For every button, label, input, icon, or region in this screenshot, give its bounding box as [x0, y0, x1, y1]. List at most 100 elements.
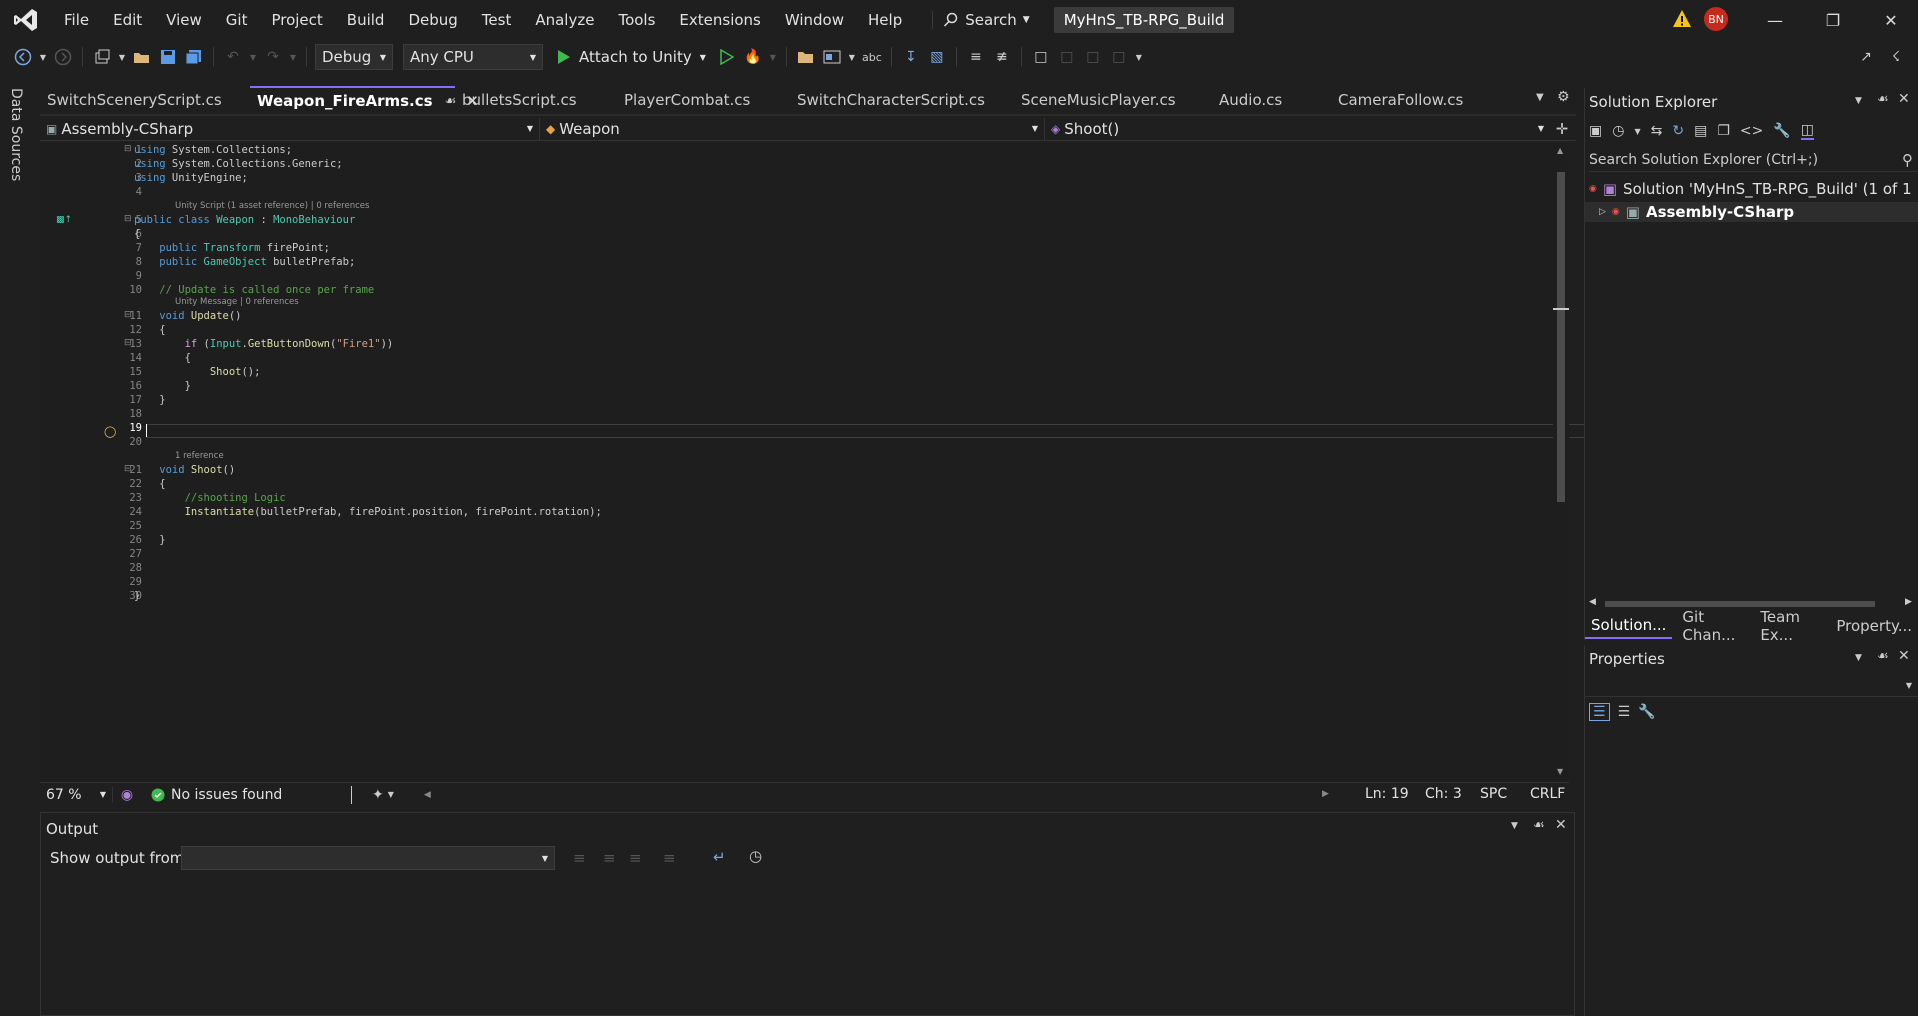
- chevron-down-icon[interactable]: ▼: [117, 46, 127, 68]
- menu-test[interactable]: Test: [470, 0, 524, 40]
- new-project-icon[interactable]: [91, 46, 113, 68]
- next-bookmark-icon[interactable]: □: [1082, 46, 1104, 68]
- tab-playercombat[interactable]: PlayerCombat.cs: [617, 86, 790, 114]
- show-all-files-icon[interactable]: ❐: [1717, 123, 1730, 139]
- copilot-icon[interactable]: ◉: [113, 787, 141, 803]
- codelens-unity-script[interactable]: Unity Script (1 asset reference) | 0 ref…: [175, 201, 369, 211]
- browse-folder-icon[interactable]: [795, 46, 817, 68]
- member-dropdown[interactable]: ◈ Shoot() ▼: [1045, 118, 1550, 140]
- start-without-debugging-icon[interactable]: [716, 46, 738, 68]
- chevron-down-icon[interactable]: ▼: [768, 46, 778, 68]
- attach-to-unity-button[interactable]: Attach to Unity ▼: [557, 48, 706, 66]
- save-icon[interactable]: [157, 46, 179, 68]
- code-editor[interactable]: ▩↑ ◯ 1 2 3 4 5 6 7 8 9 10 11 12 13 14 15…: [40, 142, 1589, 782]
- scroll-up-icon[interactable]: ▲: [1557, 146, 1563, 155]
- line-indicator[interactable]: Ln: 19: [1365, 786, 1409, 802]
- gear-icon[interactable]: ⚙: [1557, 89, 1570, 105]
- tab-overflow-icon[interactable]: ▼: [1536, 92, 1544, 103]
- menu-help[interactable]: Help: [856, 0, 914, 40]
- menu-debug[interactable]: Debug: [396, 0, 469, 40]
- menu-analyze[interactable]: Analyze: [523, 0, 606, 40]
- open-folder-icon[interactable]: [131, 46, 153, 68]
- switch-views-icon[interactable]: ▣: [1589, 123, 1602, 139]
- previous-message-icon[interactable]: ≡: [603, 849, 616, 867]
- properties-wrench-icon[interactable]: 🔧: [1773, 123, 1790, 139]
- line-ending-indicator[interactable]: CRLF: [1530, 786, 1565, 802]
- solution-configuration-select[interactable]: Debug ▼: [315, 44, 393, 70]
- fold-icon[interactable]: ⊟: [124, 214, 132, 224]
- solution-search-input[interactable]: Search Solution Explorer (Ctrl+;) ⚲: [1589, 148, 1917, 172]
- solution-platform-select[interactable]: Any CPU ▼: [403, 44, 543, 70]
- scroll-left-icon[interactable]: ◀: [424, 790, 431, 800]
- tab-solution-explorer[interactable]: Solution...: [1585, 613, 1673, 639]
- chevron-down-icon[interactable]: ▼: [288, 46, 298, 68]
- close-icon[interactable]: ✕: [1898, 91, 1910, 107]
- menu-build[interactable]: Build: [335, 0, 397, 40]
- code-cleanup-button[interactable]: ✦ ▼: [372, 787, 394, 803]
- tab-switchsceneryscript[interactable]: SwitchSceneryScript.cs: [40, 86, 250, 114]
- split-icon[interactable]: ✛: [1550, 120, 1574, 138]
- preview-icon[interactable]: ◫: [1800, 122, 1815, 140]
- categorized-icon[interactable]: ☰: [1589, 703, 1610, 721]
- step-into-icon[interactable]: ↧: [900, 46, 922, 68]
- collapse-all-icon[interactable]: ▤: [1694, 123, 1707, 139]
- redo-icon[interactable]: ↷: [262, 46, 284, 68]
- close-icon[interactable]: ✕: [1555, 817, 1567, 833]
- word-wrap-icon[interactable]: ↵: [713, 848, 726, 866]
- avatar[interactable]: BN: [1704, 7, 1728, 31]
- menu-view[interactable]: View: [154, 0, 214, 40]
- tab-weapon-firearms[interactable]: Weapon_FireArms.cs ☙ ✕: [250, 86, 479, 114]
- chevron-down-icon[interactable]: ▼: [847, 46, 857, 68]
- layout-icon[interactable]: [821, 46, 843, 68]
- indent-icon[interactable]: ≡: [965, 46, 987, 68]
- history-icon[interactable]: ◷: [1612, 123, 1624, 139]
- codelens-references[interactable]: 1 reference: [175, 451, 224, 461]
- class-dropdown[interactable]: ◆ Weapon ▼: [540, 117, 1045, 140]
- chevron-down-icon[interactable]: ▼: [38, 46, 48, 68]
- scroll-right-icon[interactable]: ▶: [1905, 597, 1912, 607]
- project-dropdown[interactable]: ▣ Assembly-CSharp ▼: [40, 117, 540, 140]
- tab-git-changes[interactable]: Git Chan...: [1676, 608, 1750, 644]
- chevron-down-icon[interactable]: ▼: [1511, 821, 1518, 831]
- codelens-unity-message[interactable]: Unity Message | 0 references: [175, 297, 299, 307]
- sync-icon[interactable]: ⇆: [1651, 123, 1663, 139]
- fold-icon[interactable]: ⊟: [124, 144, 132, 154]
- chevron-down-icon[interactable]: ▼: [1855, 653, 1862, 663]
- find-message-icon[interactable]: ≡: [573, 849, 586, 867]
- menu-window[interactable]: Window: [773, 0, 856, 40]
- forward-icon[interactable]: [52, 46, 74, 68]
- tree-item-solution[interactable]: ◉ ▣ Solution 'MyHnS_TB-RPG_Build' (1 of …: [1589, 179, 1917, 199]
- chevron-down-icon[interactable]: ▼: [1134, 46, 1144, 68]
- menu-git[interactable]: Git: [214, 0, 260, 40]
- scroll-down-icon[interactable]: ▼: [1557, 767, 1563, 776]
- property-pages-icon[interactable]: 🔧: [1638, 704, 1655, 720]
- fold-icon[interactable]: ⊟: [124, 338, 132, 348]
- tab-property-manager[interactable]: Property...: [1830, 613, 1918, 639]
- share-icon[interactable]: ↗: [1855, 46, 1877, 68]
- solution-name-badge[interactable]: MyHnS_TB-RPG_Build: [1053, 7, 1235, 33]
- menu-file[interactable]: File: [52, 0, 101, 40]
- horizontal-scrollbar[interactable]: ◀ ▶: [1589, 597, 1915, 611]
- tab-scenemusicplayer[interactable]: SceneMusicPlayer.cs: [1014, 86, 1212, 114]
- fold-icon[interactable]: ⊟: [124, 464, 132, 474]
- menu-project[interactable]: Project: [259, 0, 334, 40]
- scrollbar-thumb[interactable]: [1557, 172, 1565, 502]
- back-icon[interactable]: [12, 46, 34, 68]
- clear-bookmarks-icon[interactable]: □: [1108, 46, 1130, 68]
- chevron-down-icon[interactable]: ▼: [248, 46, 258, 68]
- scroll-right-icon[interactable]: ▶: [1322, 789, 1329, 799]
- hot-reload-icon[interactable]: 🔥: [742, 46, 764, 68]
- tree-item-project[interactable]: ▷ ◉ ▣ Assembly-CSharp: [1585, 202, 1918, 222]
- clear-all-icon[interactable]: ≡: [663, 849, 676, 867]
- tab-team-explorer[interactable]: Team Ex...: [1754, 608, 1826, 644]
- pin-icon[interactable]: ☙: [1533, 818, 1545, 833]
- restore-icon[interactable]: ❐: [1804, 0, 1862, 40]
- fold-icon[interactable]: ⊟: [124, 310, 132, 320]
- close-icon[interactable]: ✕: [1862, 0, 1918, 40]
- tab-camerafollow[interactable]: CameraFollow.cs: [1331, 86, 1481, 114]
- output-source-select[interactable]: ▼: [181, 846, 555, 870]
- scroll-left-icon[interactable]: ◀: [1589, 597, 1596, 607]
- undo-icon[interactable]: ↶: [222, 46, 244, 68]
- data-sources-tab[interactable]: Data Sources: [8, 88, 24, 181]
- object-select[interactable]: ▼: [1585, 675, 1918, 697]
